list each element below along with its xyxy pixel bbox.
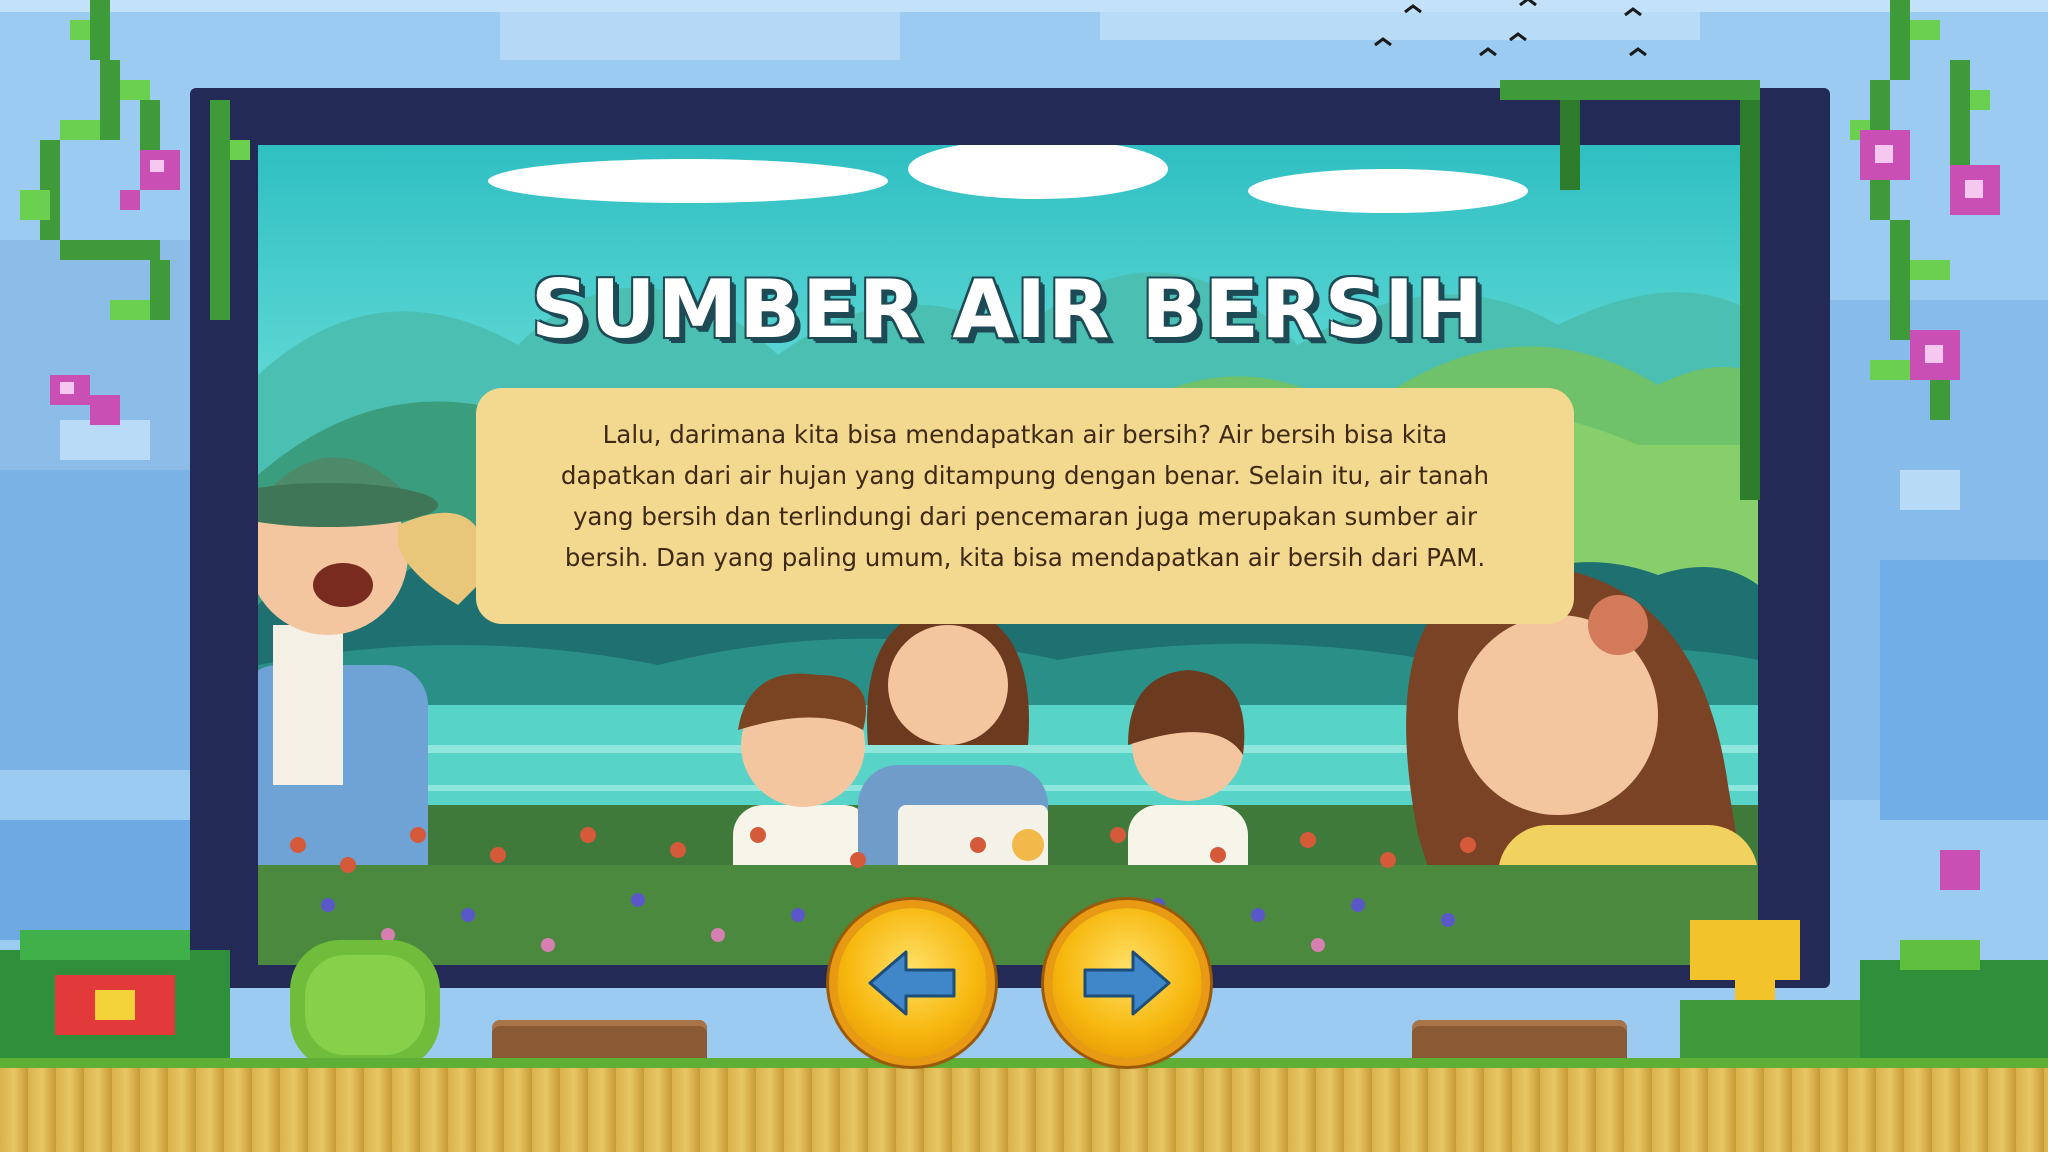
paragraph-line-2: dapatkan dari air hujan yang ditampung d… — [560, 461, 1490, 490]
slide-board: SUMBER AIR BERSIH Lalu, darimana kita bi… — [258, 145, 1758, 965]
page-title: SUMBER AIR BERSIH — [531, 263, 1485, 356]
arrow-right-icon — [1083, 950, 1171, 1016]
paragraph-line-1: Lalu, darimana kita bisa mendapatkan air… — [602, 420, 1448, 449]
prev-button[interactable] — [837, 908, 987, 1058]
pixel-ground — [0, 1068, 2048, 1152]
paragraph-line-4: bersih. Dan yang paling umum, kita bisa … — [564, 543, 1486, 572]
arrow-left-icon — [868, 950, 956, 1016]
paragraph-line-3: yang bersih dan terlindungi dari pencema… — [572, 502, 1478, 531]
info-textbox: Lalu, darimana kita bisa mendapatkan air… — [476, 388, 1574, 624]
next-button[interactable] — [1052, 908, 1202, 1058]
